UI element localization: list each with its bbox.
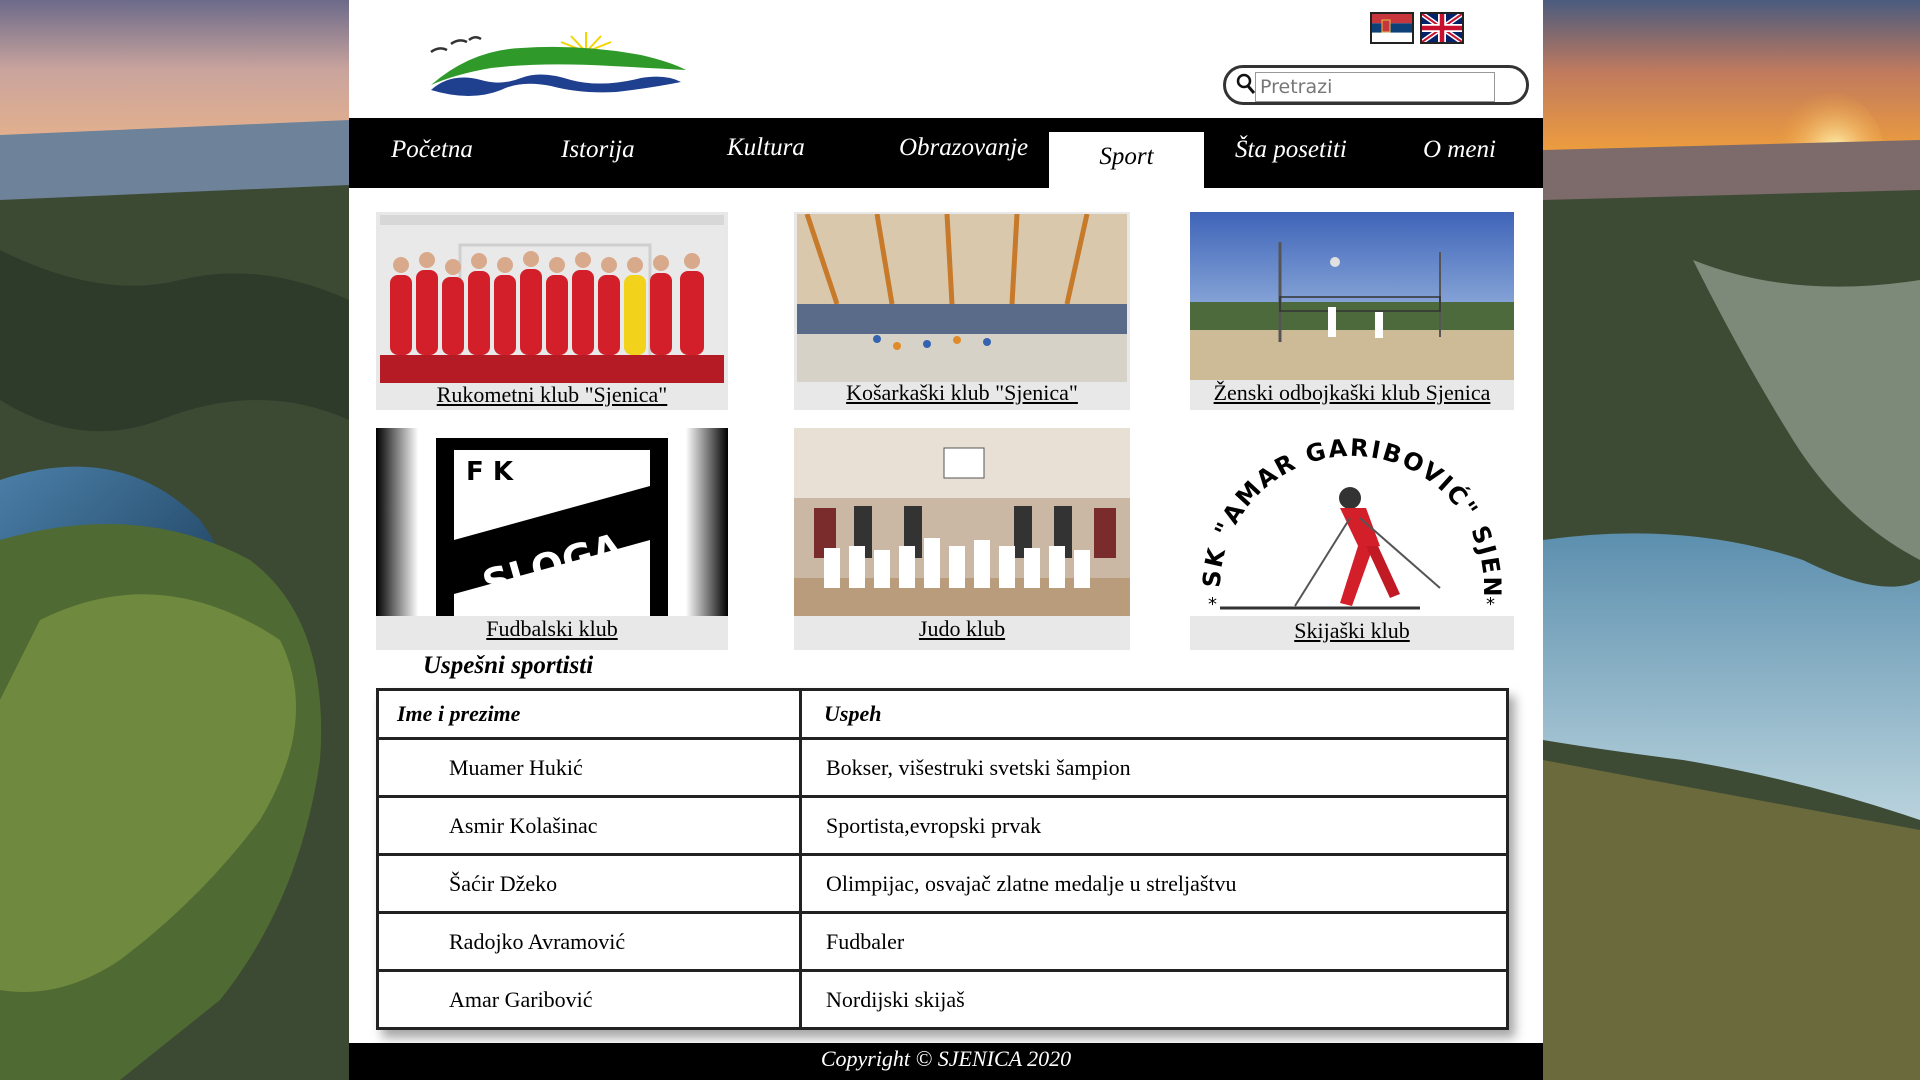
footer-copyright: Copyright © SJENICA 2020 [349, 1043, 1543, 1080]
search-input[interactable] [1255, 72, 1495, 102]
table-row: Radojko Avramović Fudbaler [377, 911, 1508, 971]
club-link-volleyball[interactable]: Ženski odbojkaški klub Sjenica [1190, 380, 1514, 406]
table-row: Muamer Hukić Bokser, višestruki svetski … [377, 737, 1508, 797]
header [349, 0, 1543, 118]
athlete-name: Radojko Avramović [377, 911, 802, 971]
club-card-handball: Rukometni klub "Sjenica" [376, 212, 728, 410]
background-landscape-right [1543, 0, 1920, 1080]
athlete-achievement: Nordijski skijaš [800, 969, 1508, 1029]
athletes-table-wrapper: Ime i prezime Uspeh Muamer Hukić Bokser,… [376, 688, 1513, 1030]
section-title-athletes: Uspešni sportisti [423, 652, 594, 679]
club-card-volleyball: Ženski odbojkaški klub Sjenica [1190, 212, 1514, 410]
nav-item-kultura[interactable]: Kultura [727, 118, 805, 188]
nav-item-obrazovanje[interactable]: Obrazovanje [899, 118, 1028, 188]
page-container: Početna Istorija Kultura Obrazovanje Spo… [349, 0, 1543, 1080]
nav-item-istorija[interactable]: Istorija [561, 118, 635, 188]
club-card-judo: Judo klub [794, 428, 1130, 650]
handball-team-photo[interactable] [380, 215, 724, 383]
background-landscape-left [0, 0, 349, 1080]
column-header-name: Ime i prezime [377, 688, 802, 739]
table-row: Asmir Kolašinac Sportista,evropski prvak [377, 795, 1508, 855]
svg-text:F K: F K [466, 457, 514, 487]
athlete-name: Asmir Kolašinac [377, 795, 802, 855]
athlete-achievement: Sportista,evropski prvak [800, 795, 1508, 855]
club-link-judo[interactable]: Judo klub [794, 616, 1130, 642]
nav-item-o-meni[interactable]: O meni [1423, 118, 1496, 188]
language-switcher [1370, 12, 1464, 44]
sjenica-logo[interactable] [411, 30, 691, 105]
uk-flag-icon[interactable] [1420, 12, 1464, 44]
nav-item-sport[interactable]: Sport [1049, 132, 1204, 188]
judo-club-photo[interactable] [794, 428, 1130, 616]
search-box [1223, 65, 1529, 105]
table-row: Amar Garibović Nordijski skijaš [377, 969, 1508, 1029]
beach-volleyball-photo[interactable] [1190, 212, 1514, 380]
table-header-row: Ime i prezime Uspeh [377, 688, 1508, 739]
athlete-name: Šaćir Džeko [377, 853, 802, 913]
sports-hall-photo[interactable] [797, 214, 1127, 382]
athlete-name: Amar Garibović [377, 969, 802, 1029]
athlete-name: Muamer Hukić [377, 737, 802, 797]
athletes-table: Ime i prezime Uspeh Muamer Hukić Bokser,… [376, 688, 1509, 1030]
club-link-basketball[interactable]: Košarkaški klub "Sjenica" [794, 380, 1130, 406]
nav-item-pocetna[interactable]: Početna [391, 118, 473, 188]
club-link-football[interactable]: Fudbalski klub [376, 616, 728, 642]
athlete-achievement: Olimpijac, osvajač zlatne medalje u stre… [800, 853, 1508, 913]
club-card-football: F K SLOGA Fudbalski klub [376, 428, 728, 650]
main-nav: Početna Istorija Kultura Obrazovanje Spo… [349, 118, 1543, 188]
table-row: Šaćir Džeko Olimpijac, osvajač zlatne me… [377, 853, 1508, 913]
athlete-achievement: Fudbaler [800, 911, 1508, 971]
club-card-ski: SK "AMAR GARIBOVIĆ" SJENICA * * Skijaški… [1190, 428, 1514, 650]
fk-sloga-logo[interactable]: F K SLOGA [376, 428, 728, 616]
svg-text:*: * [1208, 594, 1217, 615]
ski-club-logo[interactable]: SK "AMAR GARIBOVIĆ" SJENICA * * [1190, 428, 1514, 616]
club-link-handball[interactable]: Rukometni klub "Sjenica" [376, 382, 728, 408]
club-link-ski[interactable]: Skijaški klub [1190, 618, 1514, 644]
club-card-basketball: Košarkaški klub "Sjenica" [794, 212, 1130, 410]
athlete-achievement: Bokser, višestruki svetski šampion [800, 737, 1508, 797]
column-header-achievement: Uspeh [800, 688, 1508, 739]
serbian-flag-icon[interactable] [1370, 12, 1414, 44]
search-icon[interactable] [1236, 73, 1256, 100]
svg-text:*: * [1486, 594, 1495, 615]
club-gallery: Rukometni klub "Sjenica" Košarkaški klub… [349, 188, 1543, 658]
nav-item-sta-posetiti[interactable]: Šta posetiti [1235, 118, 1347, 188]
